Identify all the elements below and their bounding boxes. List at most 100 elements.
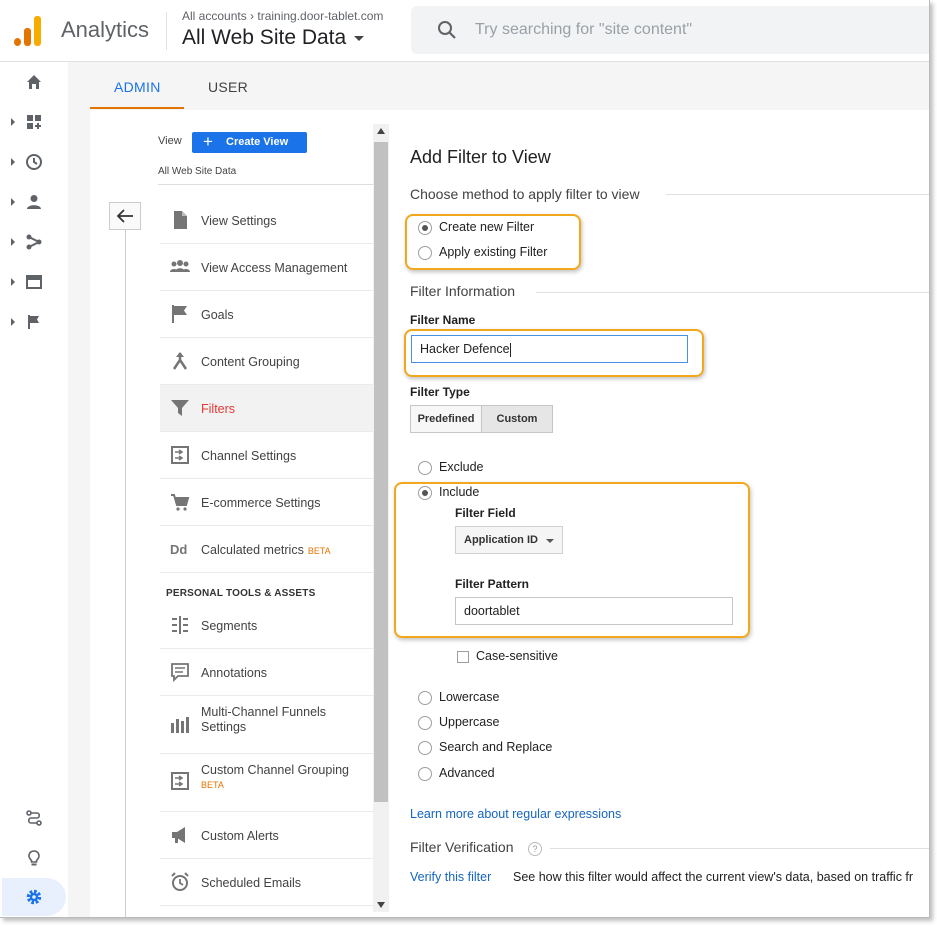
- menu-custom-alerts[interactable]: Custom Alerts: [160, 812, 373, 859]
- back-button[interactable]: [109, 202, 141, 230]
- search-placeholder: Try searching for "site content": [475, 21, 693, 38]
- filter-pattern-input[interactable]: doortablet: [455, 597, 733, 625]
- search-icon: [438, 21, 456, 39]
- radio-label: Uppercase: [439, 715, 500, 729]
- divider: [550, 848, 929, 849]
- custom-channel-icon: [171, 772, 189, 790]
- expand-arrow-icon: [11, 238, 15, 246]
- rail-customization[interactable]: [0, 108, 68, 136]
- filter-icon: [171, 400, 189, 416]
- add-filter-form: Add Filter to View Choose method to appl…: [390, 110, 929, 917]
- case-sensitive-checkbox[interactable]: [457, 651, 469, 663]
- divider: [666, 194, 929, 195]
- help-icon[interactable]: ?: [528, 842, 542, 856]
- menu-filters[interactable]: Filters: [160, 385, 373, 432]
- radio-lowercase[interactable]: [418, 691, 432, 705]
- rail-acquisition[interactable]: [0, 228, 68, 256]
- funnel-icon: [171, 717, 189, 733]
- create-view-button[interactable]: + Create View: [192, 132, 307, 153]
- rail-admin-settings[interactable]: [2, 878, 66, 916]
- menu-calculated-metrics[interactable]: Dd Calculated metrics BETA: [160, 526, 373, 573]
- chevron-down-icon: [546, 539, 554, 543]
- dashboard-icon: [27, 115, 41, 129]
- dropdown-value: Application ID: [464, 534, 538, 546]
- admin-area: ADMIN USER View + Create View All Web Si…: [68, 62, 929, 917]
- property-selector[interactable]: All Web Site Data: [182, 26, 365, 50]
- filter-field-label: Filter Field: [455, 506, 516, 520]
- menu-custom-channel-grouping[interactable]: Custom Channel Grouping BETA: [160, 754, 373, 812]
- menu-label: Custom Alerts: [201, 829, 279, 843]
- radio-label: Advanced: [439, 766, 495, 780]
- arrow-left-icon: [116, 209, 133, 223]
- clock-mail-icon: [171, 872, 189, 891]
- rail-conversions[interactable]: [0, 308, 68, 336]
- channel-icon: [171, 446, 189, 464]
- analytics-logo-icon[interactable]: [14, 14, 44, 46]
- behavior-icon: [26, 275, 42, 289]
- menu-content-grouping[interactable]: Content Grouping: [160, 338, 373, 385]
- tab-user[interactable]: USER: [208, 79, 248, 95]
- search-bar[interactable]: Try searching for "site content": [411, 6, 929, 54]
- expand-arrow-icon: [11, 118, 15, 126]
- acquisition-icon: [26, 234, 42, 250]
- verify-description: See how this filter would affect the cur…: [513, 870, 914, 884]
- panel-scrollbar[interactable]: [373, 124, 389, 912]
- radio-uppercase[interactable]: [418, 716, 432, 730]
- plus-icon: +: [203, 132, 213, 151]
- filter-type-custom[interactable]: Custom: [481, 405, 553, 433]
- filter-name-input[interactable]: Hacker Defence: [411, 335, 688, 363]
- rail-realtime[interactable]: [0, 148, 68, 176]
- learn-more-link[interactable]: Learn more about regular expressions: [410, 807, 621, 821]
- dd-icon: Dd: [170, 542, 187, 557]
- radio-create-new-filter[interactable]: [418, 221, 432, 235]
- view-selector-underline: [158, 184, 373, 185]
- merge-icon: [172, 352, 188, 370]
- rail-audience[interactable]: [0, 188, 68, 216]
- divider: [536, 292, 929, 293]
- flag-icon: [28, 315, 39, 329]
- menu-view-settings[interactable]: View Settings: [160, 197, 373, 244]
- rail-discover[interactable]: [0, 844, 68, 872]
- menu-mcf-settings[interactable]: Multi-Channel Funnels Settings: [160, 696, 373, 754]
- app-title: Analytics: [61, 17, 150, 42]
- cart-icon: [171, 494, 190, 511]
- rail-behavior[interactable]: [0, 268, 68, 296]
- property-name: All Web Site Data: [182, 26, 347, 49]
- filter-type-predefined[interactable]: Predefined: [410, 405, 482, 433]
- menu-ecommerce-settings[interactable]: E-commerce Settings: [160, 479, 373, 526]
- radio-include[interactable]: [418, 486, 432, 500]
- filter-field-dropdown[interactable]: Application ID: [455, 526, 563, 554]
- radio-exclude[interactable]: [418, 461, 432, 475]
- menu-label: Scheduled Emails: [201, 876, 302, 890]
- megaphone-icon: [172, 827, 185, 843]
- menu-label: Goals: [201, 308, 234, 322]
- radio-apply-existing-filter[interactable]: [418, 246, 432, 260]
- menu-view-access[interactable]: View Access Management: [160, 244, 373, 291]
- menu-scheduled-emails[interactable]: Scheduled Emails: [160, 859, 373, 906]
- radio-advanced[interactable]: [418, 767, 432, 781]
- section-heading: PERSONAL TOOLS & ASSETS: [166, 588, 316, 599]
- filter-name-label: Filter Name: [410, 313, 476, 327]
- verify-filter-link[interactable]: Verify this filter: [410, 870, 491, 884]
- filter-pattern-label: Filter Pattern: [455, 577, 530, 591]
- rail-attribution[interactable]: [0, 804, 68, 832]
- scrollbar-thumb[interactable]: [374, 142, 388, 802]
- menu-label: Calculated metrics BETA: [201, 543, 331, 557]
- menu-goals[interactable]: Goals: [160, 291, 373, 338]
- radio-label: Apply existing Filter: [439, 245, 548, 259]
- account-breadcrumb[interactable]: All accounts › training.door-tablet.com: [182, 9, 383, 23]
- view-selector[interactable]: All Web Site Data: [158, 166, 236, 177]
- menu-segments[interactable]: Segments: [160, 602, 373, 649]
- filter-type-label: Filter Type: [410, 385, 470, 399]
- rail-home[interactable]: [0, 68, 68, 96]
- chevron-down-icon: [354, 35, 365, 41]
- radio-search-replace[interactable]: [418, 741, 432, 755]
- tab-admin[interactable]: ADMIN: [114, 79, 161, 95]
- menu-label: E-commerce Settings: [201, 496, 321, 510]
- menu-label: Annotations: [201, 666, 268, 680]
- menu-annotations[interactable]: Annotations: [160, 649, 373, 696]
- tree-line: [125, 230, 126, 917]
- create-view-label: Create View: [226, 136, 289, 148]
- menu-channel-settings[interactable]: Channel Settings: [160, 432, 373, 479]
- clock-icon: [26, 154, 42, 170]
